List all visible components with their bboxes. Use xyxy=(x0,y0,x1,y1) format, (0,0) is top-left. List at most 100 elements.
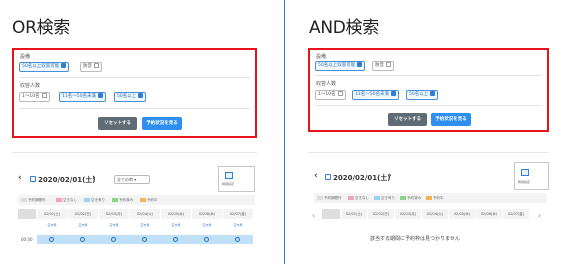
checkbox-icon[interactable] xyxy=(94,63,99,68)
tag-1-10[interactable]: 1〜10名 xyxy=(315,90,346,100)
reset-button[interactable]: リセットする xyxy=(388,113,427,126)
available-circle-icon[interactable] xyxy=(173,237,178,242)
or-search-heading: OR検索 xyxy=(12,18,70,38)
day-header: 02/03(月) xyxy=(99,209,129,219)
divider xyxy=(19,108,250,109)
available-circle-icon[interactable] xyxy=(80,237,85,242)
tag-label: 50名以上 xyxy=(117,94,137,99)
slot-label[interactable]: 空き枠 xyxy=(223,221,253,229)
tag-50-capacity[interactable]: 50名以上収容可能 xyxy=(19,62,70,72)
tag-1-10[interactable]: 1〜10名 xyxy=(19,92,50,102)
slot-label[interactable]: 空き枠 xyxy=(161,221,191,229)
tag-soundproof[interactable]: 防音 xyxy=(372,61,394,71)
tag-50-capacity[interactable]: 50名以上収容可能 xyxy=(315,61,366,71)
legend-item: 予約中 xyxy=(426,196,444,201)
capacity-label: 収容人数 xyxy=(316,81,337,87)
slot-label[interactable]: 空き枠 xyxy=(99,221,129,229)
view-switcher[interactable]: 時間指定 xyxy=(218,166,255,192)
time-filter-select[interactable]: 全ての時 ▾ xyxy=(114,175,150,184)
next-arrow-icon[interactable]: › xyxy=(92,173,96,183)
and-search-panel: AND検索 設備 50名以上収容可能 防音 収容人数 1〜10名 11名〜50名… xyxy=(289,0,567,264)
available-circle-icon[interactable] xyxy=(235,237,240,242)
legend-label: 予約期間外 xyxy=(28,198,46,202)
available-circle-icon[interactable] xyxy=(111,237,116,242)
legend-item: 空き有り xyxy=(374,196,395,201)
swatch xyxy=(140,198,146,202)
checkbox-icon[interactable] xyxy=(390,91,396,96)
reset-button[interactable]: リセットする xyxy=(98,117,137,130)
scroll-right-icon[interactable]: › xyxy=(538,211,541,220)
tag-soundproof[interactable]: 防音 xyxy=(80,62,102,72)
tag-label: 11名〜50名未満 xyxy=(355,92,389,97)
slot-label[interactable]: 空き枠 xyxy=(192,221,222,229)
divider xyxy=(315,105,542,106)
prev-arrow-icon[interactable]: ‹ xyxy=(314,171,318,181)
slot-label[interactable]: 空き枠 xyxy=(130,221,160,229)
legend-item: 空き有り xyxy=(84,198,105,203)
legend-label: 予約期間外 xyxy=(324,196,342,200)
day-header: 02/03(月) xyxy=(395,209,421,219)
calendar-icon[interactable] xyxy=(30,176,36,182)
checkbox-icon[interactable] xyxy=(97,93,103,98)
corner-cell xyxy=(322,209,340,219)
equipment-label: 設備 xyxy=(316,54,327,60)
tag-50-plus[interactable]: 50名以上 xyxy=(114,92,147,102)
reservation-calendar: ‹ 2020/02/01(土) › 全ての時 ▾ 時間指定 予約期間外 空きなし… xyxy=(12,152,257,264)
view-availability-button[interactable]: 予約状況を見る xyxy=(431,113,471,126)
tag-label: 防音 xyxy=(83,64,92,69)
day-header: 02/04(火) xyxy=(130,209,160,219)
scroll-left-icon[interactable]: ‹ xyxy=(312,211,315,220)
timetable-icon[interactable] xyxy=(225,172,233,179)
available-circle-icon[interactable] xyxy=(142,237,147,242)
day-header: 02/02(日) xyxy=(368,209,394,219)
tag-label: 1〜10名 xyxy=(22,94,40,99)
current-date: 2020/02/01(土) xyxy=(333,174,391,182)
tag-50-plus[interactable]: 50名以上 xyxy=(406,90,439,100)
checkbox-icon[interactable] xyxy=(386,62,391,67)
tag-label: 50名以上 xyxy=(409,92,429,97)
no-results-message: 該当する期間に予約枠は見つかりません xyxy=(370,236,460,242)
legend-item: 予約済み xyxy=(400,196,421,201)
divider xyxy=(315,75,542,76)
tag-label: 防音 xyxy=(375,63,384,68)
capacity-label: 収容人数 xyxy=(20,83,41,89)
equipment-label: 設備 xyxy=(20,54,31,60)
day-header: 02/05(水) xyxy=(161,209,191,219)
next-arrow-icon[interactable]: › xyxy=(388,171,392,181)
checkbox-icon[interactable] xyxy=(357,62,363,67)
legend-label: 空き有り xyxy=(381,196,395,200)
swatch xyxy=(21,198,27,202)
checkbox-icon[interactable] xyxy=(41,93,47,98)
legend-item: 予約期間外 xyxy=(317,196,342,201)
legend: 予約期間外 空きなし 空き有り 予約済み 予約中 xyxy=(314,193,547,203)
calendar-icon[interactable] xyxy=(325,174,331,180)
swatch xyxy=(426,196,432,200)
view-switcher[interactable]: 時間指定 xyxy=(514,162,549,190)
tag-label: 50名以上収容可能 xyxy=(22,64,60,69)
slot-label[interactable]: 空き枠 xyxy=(37,221,67,229)
select-value: 全ての時 xyxy=(117,177,133,182)
legend-label: 空きなし xyxy=(355,196,369,200)
legend-item: 予約期間外 xyxy=(21,198,46,203)
available-circle-icon[interactable] xyxy=(204,237,209,242)
prev-arrow-icon[interactable]: ‹ xyxy=(18,173,22,183)
available-circle-icon[interactable] xyxy=(49,237,54,242)
swatch xyxy=(317,196,323,200)
checkbox-icon[interactable] xyxy=(138,93,144,98)
day-header: 02/07(金) xyxy=(503,209,529,219)
day-header: 02/02(日) xyxy=(68,209,98,219)
day-header: 02/01(土) xyxy=(37,209,67,219)
timetable-icon[interactable] xyxy=(521,169,529,176)
slot-label[interactable]: 空き枠 xyxy=(68,221,98,229)
divider xyxy=(19,77,250,78)
day-header: 02/06(木) xyxy=(476,209,502,219)
swatch xyxy=(84,198,90,202)
or-search-panel: OR検索 設備 50名以上収容可能 防音 収容人数 1〜10名 11名〜50名未… xyxy=(0,0,283,264)
tag-11-50[interactable]: 11名〜50名未満 xyxy=(352,90,399,100)
time-label: 00:00 xyxy=(21,237,33,242)
view-availability-button[interactable]: 予約状況を見る xyxy=(142,117,182,130)
checkbox-icon[interactable] xyxy=(337,91,343,96)
checkbox-icon[interactable] xyxy=(61,63,67,68)
tag-11-50[interactable]: 11名〜50名未満 xyxy=(59,92,106,102)
checkbox-icon[interactable] xyxy=(430,91,436,96)
